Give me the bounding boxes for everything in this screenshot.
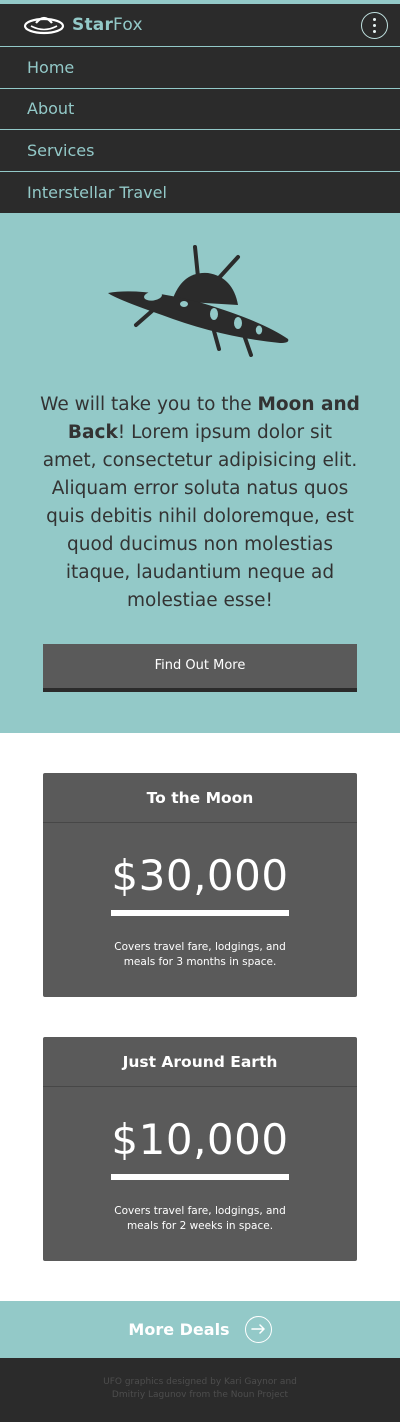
site-header: StarFox xyxy=(0,4,400,47)
deal-card-earth[interactable]: Just Around Earth $10,000 Covers travel … xyxy=(43,1036,357,1261)
menu-dot xyxy=(373,23,376,27)
deal-price: $30,000 xyxy=(111,850,289,900)
deal-price: $10,000 xyxy=(111,1114,289,1164)
price-underline xyxy=(111,909,289,916)
deals-section: To the Moon $30,000 Covers travel fare, … xyxy=(0,733,400,1301)
deal-card-moon[interactable]: To the Moon $30,000 Covers travel fare, … xyxy=(43,772,357,997)
main-nav: Home About Services Interstellar Travel xyxy=(0,47,400,213)
brand-name-bold: Star xyxy=(72,15,114,35)
deal-title: Just Around Earth xyxy=(43,1037,357,1087)
site-footer: UFO graphics designed by Kari Gaynor and… xyxy=(0,1357,400,1422)
hero-text-intro: We will take you to the xyxy=(40,393,258,415)
nav-item-about[interactable]: About xyxy=(0,89,400,130)
find-out-more-button[interactable]: Find Out More xyxy=(43,643,357,692)
ufo-icon xyxy=(108,244,289,357)
hero-text: We will take you to the Moon and Back! L… xyxy=(40,391,360,615)
more-deals-bar[interactable]: More Deals xyxy=(0,1300,400,1358)
more-deals-label[interactable]: More Deals xyxy=(128,1320,229,1339)
deal-description: Covers travel fare, lodgings, and meals … xyxy=(114,940,286,968)
menu-dot xyxy=(373,29,376,33)
arrow-right-circle-icon[interactable] xyxy=(244,1315,272,1343)
footer-credits: UFO graphics designed by Kari Gaynor and… xyxy=(103,1376,297,1400)
deal-description: Covers travel fare, lodgings, and meals … xyxy=(114,1204,286,1232)
nav-item-home[interactable]: Home xyxy=(0,47,400,89)
menu-button[interactable] xyxy=(361,11,388,39)
brand-name[interactable]: StarFox xyxy=(72,15,143,35)
hero-section: We will take you to the Moon and Back! L… xyxy=(0,212,400,733)
price-underline xyxy=(111,1173,289,1180)
nav-item-interstellar-travel[interactable]: Interstellar Travel xyxy=(0,172,400,213)
menu-dot xyxy=(373,17,376,21)
brand-name-light: Fox xyxy=(113,15,143,35)
arrow-right-icon xyxy=(250,1324,265,1334)
hero-text-body: ! Lorem ipsum dolor sit amet, consectetu… xyxy=(42,421,358,611)
deal-title: To the Moon xyxy=(43,773,357,823)
nav-item-services[interactable]: Services xyxy=(0,130,400,172)
ufo-outline-icon[interactable] xyxy=(22,13,66,37)
